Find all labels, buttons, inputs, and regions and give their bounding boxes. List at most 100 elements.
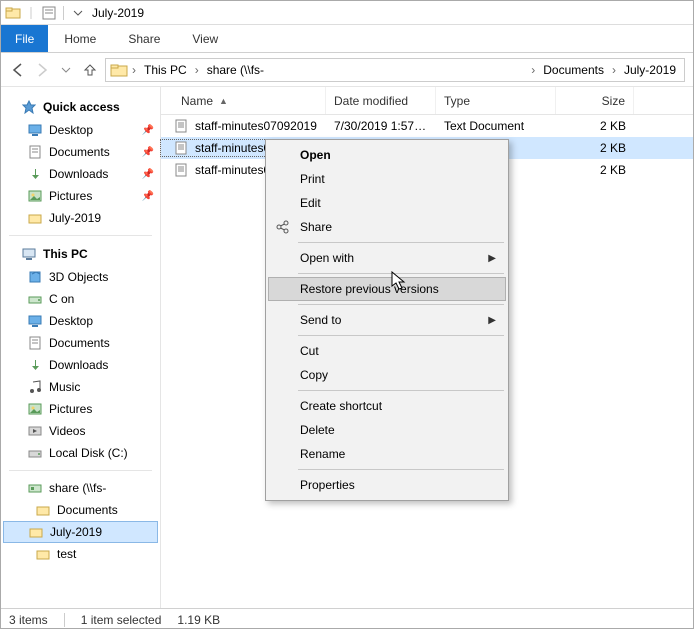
menu-item-label: Create shortcut <box>300 399 382 413</box>
ribbon-tab-home[interactable]: Home <box>48 25 112 52</box>
drive-icon <box>27 445 43 461</box>
breadcrumb[interactable]: July-2019 <box>620 63 680 77</box>
breadcrumb[interactable]: Documents <box>539 63 608 77</box>
sidebar-item-documents[interactable]: Documents <box>1 499 160 521</box>
drive-net-icon <box>27 291 43 307</box>
chevron-right-icon[interactable]: › <box>193 63 201 77</box>
menu-item-cut[interactable]: Cut <box>268 339 506 363</box>
this-pc-header[interactable]: This PC <box>1 242 160 266</box>
sidebar-item-label: share (\\fs- <box>49 481 106 495</box>
chevron-right-icon: ▶ <box>488 253 496 264</box>
forward-button[interactable] <box>33 61 51 79</box>
menu-item-edit[interactable]: Edit <box>268 191 506 215</box>
sidebar-item-pictures[interactable]: Pictures📌 <box>1 185 160 207</box>
up-button[interactable] <box>81 61 99 79</box>
sidebar-item-label: Documents <box>49 336 110 350</box>
sidebar-item-label: Documents <box>57 503 118 517</box>
column-header-type[interactable]: Type <box>436 87 556 114</box>
computer-icon <box>21 246 37 262</box>
menu-item-label: Restore previous versions <box>300 282 439 296</box>
quick-access-header[interactable]: Quick access <box>1 95 160 119</box>
recent-locations-dropdown[interactable] <box>57 61 75 79</box>
folder-icon <box>28 524 44 540</box>
sidebar-item-desktop[interactable]: Desktop <box>1 310 160 332</box>
menu-item-open-with[interactable]: Open with ▶ <box>268 246 506 270</box>
sidebar-item-local-disk-c-[interactable]: Local Disk (C:) <box>1 442 160 464</box>
menu-item-open[interactable]: Open <box>268 143 506 167</box>
sidebar-item-july-2019[interactable]: July-2019 <box>3 521 158 543</box>
sidebar-item-c-on[interactable]: C on <box>1 288 160 310</box>
sidebar-item-downloads[interactable]: Downloads <box>1 354 160 376</box>
chevron-right-icon[interactable]: › <box>130 63 138 77</box>
this-pc-label: This PC <box>43 247 88 261</box>
address-bar[interactable]: › This PC › share (\\fs- › Documents › J… <box>105 58 685 82</box>
breadcrumb[interactable]: This PC <box>140 63 191 77</box>
sidebar-item-documents[interactable]: Documents📌 <box>1 141 160 163</box>
sidebar-item-july-2019[interactable]: July-2019 <box>1 207 160 229</box>
menu-item-label: Share <box>300 220 332 234</box>
status-item-count: 3 items <box>9 613 48 627</box>
menu-separator <box>298 273 504 274</box>
file-name: staff-minutes0 <box>195 163 270 177</box>
column-header-size[interactable]: Size <box>556 87 634 114</box>
sidebar-item-desktop[interactable]: Desktop📌 <box>1 119 160 141</box>
menu-item-label: Open with <box>300 251 354 265</box>
column-headers: Name ▲ Date modified Type Size <box>161 87 693 115</box>
menu-item-create-shortcut[interactable]: Create shortcut <box>268 394 506 418</box>
menu-item-properties[interactable]: Properties <box>268 473 506 497</box>
sidebar-item-share-root[interactable]: share (\\fs- <box>1 477 160 499</box>
nav-bar: › This PC › share (\\fs- › Documents › J… <box>1 53 693 87</box>
pictures-icon <box>27 188 43 204</box>
pin-icon: 📌 <box>142 147 154 158</box>
menu-separator <box>298 242 504 243</box>
menu-item-send-to[interactable]: Send to▶ <box>268 308 506 332</box>
menu-item-label: Delete <box>300 423 335 437</box>
sidebar-item-documents[interactable]: Documents <box>1 332 160 354</box>
ribbon-tab-view[interactable]: View <box>176 25 234 52</box>
qat-dropdown-icon[interactable] <box>70 5 86 21</box>
folder-icon <box>27 210 43 226</box>
sidebar-item-downloads[interactable]: Downloads📌 <box>1 163 160 185</box>
ribbon-file-tab[interactable]: File <box>1 25 48 52</box>
star-icon <box>21 99 37 115</box>
menu-item-restore-previous-versions[interactable]: Restore previous versions <box>268 277 506 301</box>
menu-item-label: Rename <box>300 447 345 461</box>
ribbon: File Home Share View <box>1 25 693 53</box>
menu-separator <box>298 469 504 470</box>
sidebar-item-label: 3D Objects <box>49 270 108 284</box>
title-bar: July-2019 <box>1 1 693 25</box>
pin-icon: 📌 <box>142 169 154 180</box>
music-icon <box>27 379 43 395</box>
sidebar-item-test[interactable]: test <box>1 543 160 565</box>
ribbon-tab-share[interactable]: Share <box>112 25 176 52</box>
sidebar-item-pictures[interactable]: Pictures <box>1 398 160 420</box>
documents-icon <box>27 144 43 160</box>
chevron-right-icon[interactable]: › <box>610 63 618 77</box>
chevron-right-icon[interactable]: › <box>529 63 537 77</box>
file-size: 2 KB <box>556 119 634 133</box>
sidebar-item-videos[interactable]: Videos <box>1 420 160 442</box>
properties-icon[interactable] <box>41 5 57 21</box>
back-button[interactable] <box>9 61 27 79</box>
pin-icon: 📌 <box>142 125 154 136</box>
menu-item-delete[interactable]: Delete <box>268 418 506 442</box>
folder-icon <box>110 61 128 79</box>
table-row[interactable]: staff-minutes070920197/30/2019 1:57 PMTe… <box>161 115 693 137</box>
menu-item-print[interactable]: Print <box>268 167 506 191</box>
menu-item-label: Print <box>300 172 325 186</box>
sidebar-item-label: Downloads <box>49 358 108 372</box>
column-header-date[interactable]: Date modified <box>326 87 436 114</box>
pin-icon: 📌 <box>142 191 154 202</box>
sidebar-item-music[interactable]: Music <box>1 376 160 398</box>
menu-item-label: Copy <box>300 368 328 382</box>
menu-item-label: Edit <box>300 196 321 210</box>
folder-icon <box>35 502 51 518</box>
breadcrumb[interactable]: share (\\fs- <box>203 63 268 77</box>
text-file-icon <box>173 140 189 156</box>
column-header-name[interactable]: Name ▲ <box>161 87 326 114</box>
menu-item-copy[interactable]: Copy <box>268 363 506 387</box>
menu-item-rename[interactable]: Rename <box>268 442 506 466</box>
menu-item-share[interactable]: Share <box>268 215 506 239</box>
desktop-icon <box>27 313 43 329</box>
sidebar-item-3d-objects[interactable]: 3D Objects <box>1 266 160 288</box>
